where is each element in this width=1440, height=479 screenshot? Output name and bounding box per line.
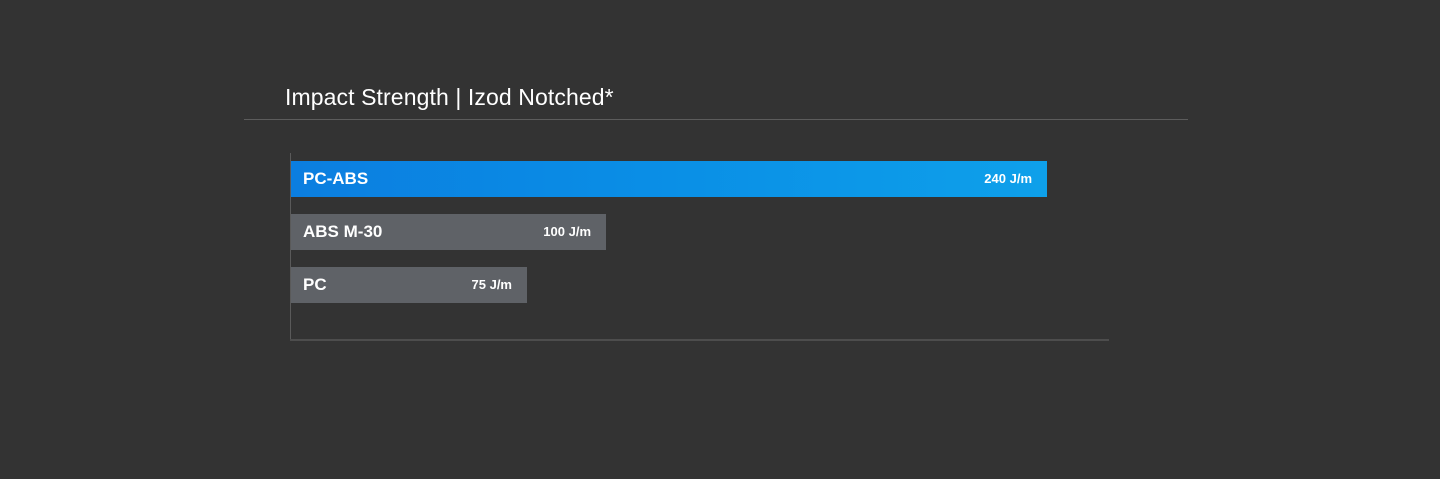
chart-title: Impact Strength | Izod Notched* xyxy=(285,84,614,110)
bar-value-label: 75 J/m xyxy=(471,277,512,292)
title-divider xyxy=(244,119,1188,120)
x-axis-line xyxy=(290,339,1109,341)
bar-value-label: 100 J/m xyxy=(543,224,591,239)
bar-category-label: ABS M-30 xyxy=(303,222,383,241)
bar-pc: PC 75 J/m xyxy=(291,267,527,303)
bar-pc-abs: PC-ABS 240 J/m xyxy=(291,161,1047,197)
bar-category-label: PC-ABS xyxy=(303,169,369,188)
bar-value-label: 240 J/m xyxy=(984,171,1032,186)
bar-abs-m-30: ABS M-30 100 J/m xyxy=(291,214,606,250)
chart-area: PC-ABS 240 J/m ABS M-30 100 J/m PC 75 J/m xyxy=(290,153,1110,341)
bar-category-label: PC xyxy=(303,275,327,294)
